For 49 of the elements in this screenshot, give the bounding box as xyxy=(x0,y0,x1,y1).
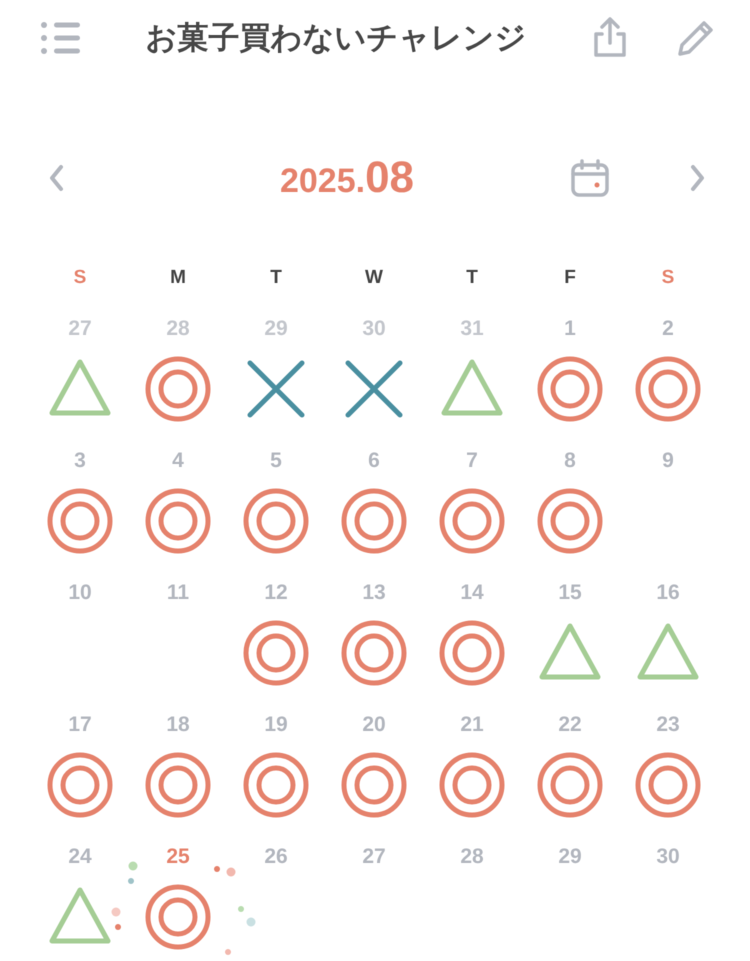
app-title: お菓子買わないチャレンジ xyxy=(144,19,528,58)
day-number[interactable]: 6 xyxy=(368,446,380,476)
day-number[interactable]: 20 xyxy=(362,710,386,740)
month-title: 2025.08 xyxy=(278,153,416,203)
day-number[interactable]: 27 xyxy=(362,842,386,872)
day-number[interactable]: 23 xyxy=(656,710,680,740)
day-number[interactable]: 28 xyxy=(166,314,190,344)
weekday-label: F xyxy=(564,267,576,289)
day-number[interactable]: 12 xyxy=(264,578,288,608)
day-number[interactable]: 14 xyxy=(460,578,484,608)
day-number[interactable]: 18 xyxy=(166,710,190,740)
day-number[interactable]: 30 xyxy=(656,842,680,872)
day-number[interactable]: 28 xyxy=(460,842,484,872)
day-number[interactable]: 7 xyxy=(466,446,478,476)
day-number[interactable]: 26 xyxy=(264,842,288,872)
day-number[interactable]: 21 xyxy=(460,710,484,740)
day-number[interactable]: 10 xyxy=(68,578,92,608)
weekday-label: W xyxy=(365,267,383,289)
weekday-label: S xyxy=(662,267,674,289)
weekday-label: M xyxy=(170,267,186,289)
day-number[interactable]: 9 xyxy=(662,446,674,476)
day-number[interactable]: 3 xyxy=(74,446,86,476)
day-number[interactable]: 5 xyxy=(270,446,282,476)
chevron-right-icon[interactable] xyxy=(690,164,706,192)
day-number[interactable]: 11 xyxy=(166,578,190,608)
menu-icon[interactable] xyxy=(40,21,82,55)
weekday-label: S xyxy=(74,267,86,289)
day-number[interactable]: 24 xyxy=(68,842,92,872)
day-number[interactable]: 30 xyxy=(362,314,386,344)
day-number[interactable]: 25 xyxy=(166,842,190,872)
day-number[interactable]: 31 xyxy=(460,314,484,344)
day-number[interactable]: 2 xyxy=(662,314,674,344)
day-number[interactable]: 13 xyxy=(362,578,386,608)
day-number[interactable]: 29 xyxy=(264,314,288,344)
weekday-label: T xyxy=(466,267,478,289)
day-number[interactable]: 29 xyxy=(558,842,582,872)
day-number[interactable]: 15 xyxy=(558,578,582,608)
day-number[interactable]: 16 xyxy=(656,578,680,608)
weekday-label: T xyxy=(270,267,282,289)
day-number[interactable]: 17 xyxy=(68,710,92,740)
day-number[interactable]: 8 xyxy=(564,446,576,476)
day-number[interactable]: 4 xyxy=(172,446,184,476)
chevron-left-icon[interactable] xyxy=(48,164,64,192)
pencil-icon[interactable] xyxy=(676,18,716,58)
calendar-icon[interactable] xyxy=(570,158,610,198)
day-number[interactable]: 1 xyxy=(564,314,576,344)
day-number[interactable]: 19 xyxy=(264,710,288,740)
day-number[interactable]: 22 xyxy=(558,710,582,740)
day-number[interactable]: 27 xyxy=(68,314,92,344)
